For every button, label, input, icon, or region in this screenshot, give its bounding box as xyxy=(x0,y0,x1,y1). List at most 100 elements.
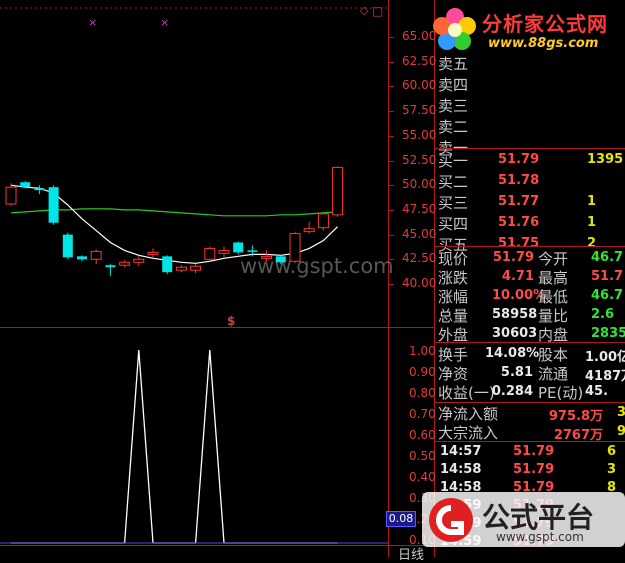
indicator-tick-label: 1.00 xyxy=(409,344,436,358)
bottom-logo-url: www.gspt.com xyxy=(496,530,584,544)
price-tick xyxy=(389,37,394,38)
price-tick xyxy=(389,259,394,261)
price-tick xyxy=(389,111,394,113)
buy-level-label: 买二 xyxy=(438,173,469,191)
panel-divider xyxy=(435,246,625,247)
candle-body-up xyxy=(90,250,102,260)
box-icon[interactable]: □ xyxy=(372,4,383,18)
candle xyxy=(218,246,230,258)
quote-label: 总量 xyxy=(438,307,469,325)
candle xyxy=(233,241,244,255)
flow-extra: 3 xyxy=(617,405,625,420)
diamond-icon[interactable]: ◇ xyxy=(360,4,368,17)
candle-body-up xyxy=(190,265,202,271)
candle-body-up xyxy=(175,266,187,271)
candle-body-down xyxy=(34,188,45,191)
buy-price: 51.75 xyxy=(498,236,540,251)
ma-short-line xyxy=(10,184,339,264)
quote-label: 现价 xyxy=(438,250,469,268)
candle-body-up xyxy=(119,261,131,266)
sell-level-label: 卖三 xyxy=(438,97,469,115)
tick-time: 14:57 xyxy=(440,444,482,459)
buy-level-label: 买一 xyxy=(438,152,469,170)
flow-label: 大宗流入 xyxy=(438,424,499,442)
candle-body-up xyxy=(218,249,230,254)
flow-extra: 9 xyxy=(617,424,625,439)
buy-volume: 1395 xyxy=(587,152,624,167)
quote-value: 4.71 xyxy=(501,269,534,284)
price-tick-label: 50.00 xyxy=(402,177,437,192)
quote-value: 30603 xyxy=(492,326,538,341)
indicator-tick-label: 0.90 xyxy=(409,365,436,379)
price-tick-label: 52.50 xyxy=(402,152,437,167)
price-tick xyxy=(389,86,394,88)
price-tick-label: 42.50 xyxy=(402,251,437,266)
candle xyxy=(147,248,159,258)
buy-level-label: 买四 xyxy=(438,215,469,233)
buy-volume: 1 xyxy=(587,194,597,209)
buy-volume: 2 xyxy=(587,236,597,251)
sell-level-label: 卖五 xyxy=(438,55,469,73)
candle-body-up xyxy=(303,228,315,233)
candle-body-up xyxy=(5,186,17,205)
price-tick-label: 62.50 xyxy=(402,53,437,68)
x-marker: × xyxy=(88,16,98,29)
price-tick-label: 45.00 xyxy=(402,226,437,241)
price-tick xyxy=(389,135,394,137)
quote-value: 51.79 xyxy=(492,250,534,265)
candle xyxy=(175,265,187,273)
fund-value: 4187万 xyxy=(585,369,625,384)
candle-body-down xyxy=(20,182,31,188)
fund-value: 5.81 xyxy=(500,365,533,380)
candle-body-down xyxy=(162,256,173,273)
candle-body-down xyxy=(77,256,87,260)
price-tick-label: 40.00 xyxy=(402,276,437,290)
candle xyxy=(105,264,116,277)
fund-label: 换手 xyxy=(438,346,469,364)
candle xyxy=(20,181,31,189)
price-tick-label: 60.00 xyxy=(402,78,437,93)
sell-level-label: 卖二 xyxy=(438,118,469,136)
candle xyxy=(34,185,45,195)
chart-divider xyxy=(0,327,435,328)
quote-label: 今开 xyxy=(538,250,569,268)
candle xyxy=(162,255,173,275)
candle xyxy=(48,185,59,225)
quote-value: 58958 xyxy=(492,307,538,322)
quote-panel: 卖五 卖四 卖三 卖二 卖一 买一 51.79 1395 买二 51.78 买三 51.77 1 买四 51… xyxy=(435,0,625,557)
flow-value: 975.8万 xyxy=(548,409,603,424)
buy-level-label: 买三 xyxy=(438,194,469,212)
indicator-tick-label: 0.80 xyxy=(409,386,436,400)
fund-value: 14.08% xyxy=(485,346,540,361)
price-tick xyxy=(389,234,394,236)
price-tick xyxy=(389,284,394,285)
indicator-chart[interactable] xyxy=(0,329,388,545)
sell-level-label: 卖四 xyxy=(438,76,469,94)
fund-value: 1.00亿 xyxy=(585,350,625,365)
indicator-tick-label: 0.60 xyxy=(409,428,436,442)
candle-body-down xyxy=(233,242,244,253)
price-tick-label: 55.00 xyxy=(402,127,437,142)
s-marker: $ xyxy=(227,314,236,328)
indicator-line xyxy=(11,349,338,544)
price-tick xyxy=(389,160,394,162)
gspt-logo-icon xyxy=(429,498,473,542)
candle xyxy=(332,166,344,217)
candle xyxy=(303,221,315,234)
candle-body-down xyxy=(48,187,59,223)
indicator-value-box: 0.08 xyxy=(386,511,416,527)
indicator-tick-label: 0.40 xyxy=(409,470,436,484)
quote-value: 2835 xyxy=(591,326,625,341)
bottom-logo: 公式平台 www.gspt.com xyxy=(422,492,625,547)
flow-label: 净流入额 xyxy=(438,405,499,423)
candle xyxy=(90,249,102,265)
buy-price: 51.78 xyxy=(498,173,540,188)
candle xyxy=(77,255,87,262)
buy-price: 51.77 xyxy=(498,194,540,209)
candle-body-down xyxy=(62,234,73,258)
watermark: www.gspt.com xyxy=(240,254,394,278)
panel-divider xyxy=(435,148,625,149)
quote-label: 量比 xyxy=(538,307,569,325)
period-label[interactable]: 日线 xyxy=(398,544,424,563)
candle xyxy=(204,246,216,262)
